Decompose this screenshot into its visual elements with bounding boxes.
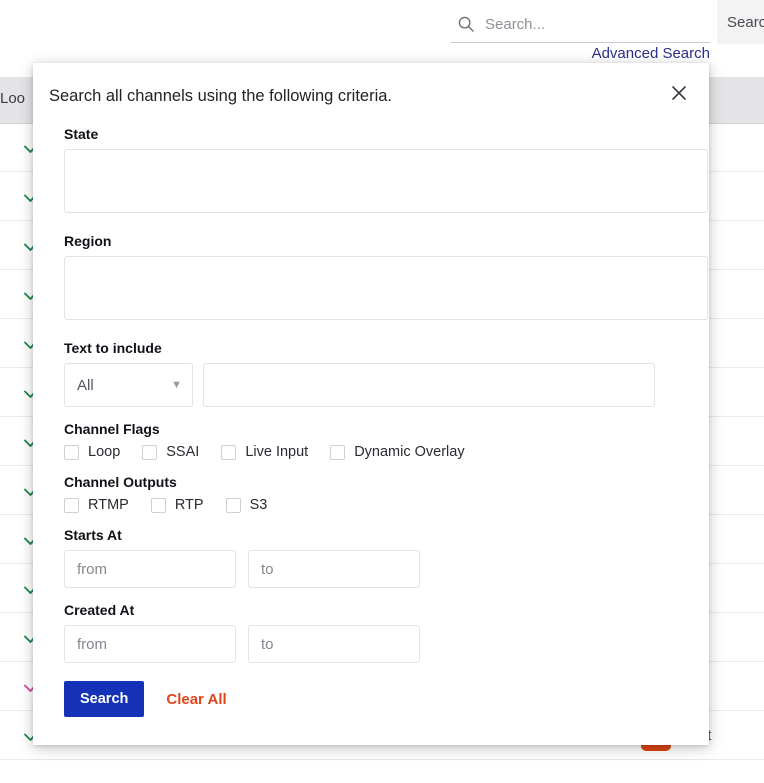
modal-title: Search all channels using the following … [49, 87, 685, 106]
checkbox-label: S3 [250, 497, 268, 513]
checkbox-icon[interactable] [151, 498, 166, 513]
channel-flag-live-input[interactable]: Live Input [221, 444, 308, 460]
channel-output-rtmp[interactable]: RTMP [64, 497, 129, 513]
channel-flag-ssai[interactable]: SSAI [142, 444, 199, 460]
field-group-starts-at: Starts At [49, 527, 685, 588]
search-button[interactable]: Search [64, 681, 144, 717]
state-textarea[interactable] [64, 149, 708, 213]
field-group-region: Region [49, 233, 685, 320]
checkbox-label: RTMP [88, 497, 129, 513]
close-icon[interactable] [669, 83, 689, 103]
label-created-at: Created At [64, 602, 685, 618]
text-to-include-select[interactable]: All ▼ [64, 363, 193, 407]
right-search-button[interactable]: Search [717, 0, 764, 44]
label-starts-at: Starts At [64, 527, 685, 543]
field-group-channel-outputs: Channel Outputs RTMP RTP S3 [49, 474, 685, 513]
clear-all-button[interactable]: Clear All [166, 691, 226, 708]
checkbox-icon[interactable] [142, 445, 157, 460]
search-input[interactable] [485, 16, 685, 33]
label-region: Region [64, 233, 685, 249]
checkbox-label: SSAI [166, 444, 199, 460]
checkbox-label: Loop [88, 444, 120, 460]
channel-output-rtp[interactable]: RTP [151, 497, 204, 513]
field-group-channel-flags: Channel Flags Loop SSAI Live Input Dynamic … [49, 421, 685, 460]
channel-flags-checkbox-row: Loop SSAI Live Input Dynamic Overlay [64, 444, 685, 460]
text-to-include-input[interactable] [203, 363, 655, 407]
channel-outputs-checkbox-row: RTMP RTP S3 [64, 497, 685, 513]
label-text-to-include: Text to include [64, 340, 685, 356]
label-channel-outputs: Channel Outputs [64, 474, 685, 490]
text-to-include-select-value: All [77, 377, 94, 394]
checkbox-icon[interactable] [64, 498, 79, 513]
channel-flag-loop[interactable]: Loop [64, 444, 120, 460]
checkbox-icon[interactable] [330, 445, 345, 460]
channel-output-s3[interactable]: S3 [226, 497, 268, 513]
created-at-to-input[interactable] [248, 625, 420, 663]
field-group-text-to-include: Text to include All ▼ [49, 340, 685, 407]
checkbox-icon[interactable] [221, 445, 236, 460]
global-search-field[interactable] [451, 6, 710, 43]
created-at-from-input[interactable] [64, 625, 236, 663]
checkbox-icon[interactable] [226, 498, 241, 513]
modal-actions: Search Clear All [49, 681, 685, 717]
advanced-search-link[interactable]: Advanced Search [566, 45, 710, 62]
top-search-bar: Advanced Search Search [0, 0, 764, 63]
region-textarea[interactable] [64, 256, 708, 320]
chevron-down-icon: ▼ [171, 380, 182, 391]
starts-at-to-input[interactable] [248, 550, 420, 588]
field-group-state: State [49, 126, 685, 213]
search-icon [457, 15, 475, 33]
checkbox-label: RTP [175, 497, 204, 513]
checkbox-icon[interactable] [64, 445, 79, 460]
checkbox-label: Live Input [245, 444, 308, 460]
field-group-created-at: Created At [49, 602, 685, 663]
starts-at-from-input[interactable] [64, 550, 236, 588]
advanced-search-modal: Search all channels using the following … [33, 63, 709, 745]
channel-flag-dynamic-overlay[interactable]: Dynamic Overlay [330, 444, 464, 460]
checkbox-label: Dynamic Overlay [354, 444, 464, 460]
label-state: State [64, 126, 685, 142]
label-channel-flags: Channel Flags [64, 421, 685, 437]
